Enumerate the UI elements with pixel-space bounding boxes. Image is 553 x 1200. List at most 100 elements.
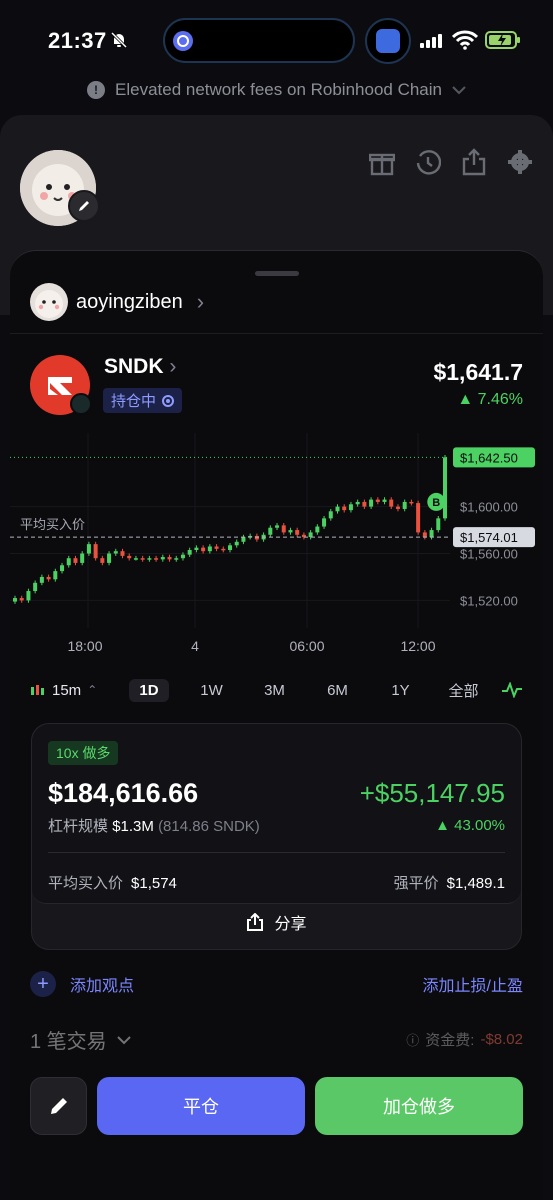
x-tick-label: 12:00 — [400, 638, 435, 654]
user-row[interactable]: aoyingziben › — [30, 283, 204, 321]
close-position-button[interactable]: 平仓 — [97, 1077, 305, 1135]
candle — [348, 504, 353, 511]
tab-1d[interactable]: 1D — [129, 678, 169, 702]
chevron-down-icon — [452, 86, 466, 95]
candle — [180, 554, 185, 559]
holding-badge: 持仓中 — [103, 388, 183, 413]
candle — [154, 558, 159, 560]
candle — [268, 527, 273, 535]
trades-row: 1 笔交易 ⓘ 资金费: -$8.02 — [30, 1025, 523, 1054]
candle — [201, 547, 206, 552]
position-sheet: aoyingziben › SNDK › 持仓中 $1,641.7 ▲ 7.46… — [10, 250, 543, 1200]
edit-button[interactable] — [30, 1077, 87, 1135]
plus-icon: + — [30, 971, 56, 997]
network-fee-banner[interactable]: ! Elevated network fees on Robinhood Cha… — [0, 78, 553, 102]
share-icon — [247, 913, 264, 931]
gift-icon[interactable] — [369, 148, 395, 176]
tab-1w[interactable]: 1W — [180, 682, 243, 699]
banner-text: Elevated network fees on Robinhood Chain — [115, 80, 442, 99]
ticker-name[interactable]: SNDK › — [104, 355, 176, 379]
candle — [93, 544, 98, 559]
holding-dot-icon — [162, 394, 175, 407]
candle — [53, 571, 58, 580]
candle — [395, 506, 400, 509]
candle — [66, 558, 71, 566]
exclamation-icon: ! — [87, 81, 105, 99]
status-bar: 21:37 — [0, 0, 553, 80]
line-chart-toggle-icon[interactable] — [501, 682, 523, 698]
divider — [48, 852, 505, 853]
current-price: $1,641.7 — [433, 359, 523, 385]
pencil-icon — [50, 1098, 67, 1114]
candle — [288, 530, 293, 533]
battery-charging-icon — [485, 31, 520, 49]
candle — [113, 551, 118, 554]
y-tick-label: $1,520.00 — [460, 593, 518, 608]
action-bar: 平仓 加仓做多 — [30, 1077, 523, 1135]
interval-selector[interactable]: 15m ⌃ — [30, 682, 118, 699]
avg-line-label: 平均买入价 — [20, 517, 85, 532]
candle — [39, 576, 44, 583]
timeframe-bar: 15m ⌃ 1D 1W 3M 6M 1Y 全部 — [30, 677, 523, 703]
tab-3m[interactable]: 3M — [243, 682, 306, 699]
candle — [19, 598, 24, 601]
y-tick-label: $1,600.00 — [460, 500, 518, 515]
pencil-icon — [79, 201, 89, 211]
candle — [228, 545, 232, 550]
candle — [73, 558, 78, 563]
share-icon[interactable] — [461, 148, 487, 176]
leverage-size: 杠杆规模 $1.3M (814.86 SNDK) — [48, 818, 260, 835]
bell-slash-icon — [110, 31, 128, 49]
candle-icon — [31, 685, 44, 695]
edit-avatar-button[interactable] — [68, 190, 100, 222]
share-button[interactable]: 分享 — [32, 910, 521, 934]
leverage-badge: 10x 做多 — [48, 741, 119, 765]
candle — [60, 565, 65, 572]
tab-1y[interactable]: 1Y — [369, 682, 432, 699]
candle — [33, 582, 38, 592]
candle — [46, 576, 51, 580]
add-note-button[interactable]: + 添加观点 — [30, 971, 134, 997]
buy-marker-label: B — [432, 497, 440, 509]
candle — [214, 546, 219, 549]
candle — [86, 544, 91, 554]
candle — [315, 526, 320, 533]
history-icon[interactable] — [415, 148, 441, 176]
recording-icon — [173, 31, 193, 51]
tab-all[interactable]: 全部 — [432, 680, 495, 701]
candle — [355, 501, 360, 505]
candle — [120, 551, 125, 556]
liquidation-price: 强平价 $1,489.1 — [393, 875, 505, 892]
candle — [26, 591, 31, 601]
username: aoyingziben — [76, 290, 183, 313]
candle — [221, 548, 226, 551]
chain-badge-icon — [70, 393, 92, 415]
candle — [342, 506, 347, 511]
price-chart[interactable]: $1,600.00 $1,560.00 $1,520.00 $1,642.50 $1,5… — [10, 433, 543, 663]
add-tpsl-button[interactable]: 添加止损/止盈 — [423, 972, 523, 996]
price-change: ▲ 7.46% — [457, 391, 523, 408]
tab-6m[interactable]: 6M — [306, 682, 369, 699]
candle — [362, 501, 367, 507]
profile-actions — [369, 148, 533, 176]
pnl-value: +$55,147.95 — [359, 778, 505, 808]
add-actions-row: + 添加观点 添加止损/止盈 — [30, 971, 523, 997]
candle — [207, 546, 212, 552]
candle — [402, 501, 407, 509]
funding-fee: ⓘ 资金费: -$8.02 — [406, 1031, 523, 1049]
gear-icon[interactable] — [507, 148, 533, 176]
signal-icon — [420, 34, 442, 48]
trades-toggle[interactable]: 1 笔交易 — [30, 1025, 131, 1054]
info-icon: ⓘ — [406, 1033, 420, 1048]
add-long-button[interactable]: 加仓做多 — [315, 1077, 523, 1135]
sheet-grabber[interactable] — [255, 271, 299, 276]
divider — [10, 333, 543, 334]
candle — [409, 501, 414, 504]
candle — [369, 499, 374, 507]
candle — [275, 525, 280, 528]
candle — [241, 537, 246, 542]
candle — [422, 532, 427, 538]
candle — [416, 503, 421, 533]
candle — [436, 518, 441, 531]
candle — [375, 499, 380, 502]
